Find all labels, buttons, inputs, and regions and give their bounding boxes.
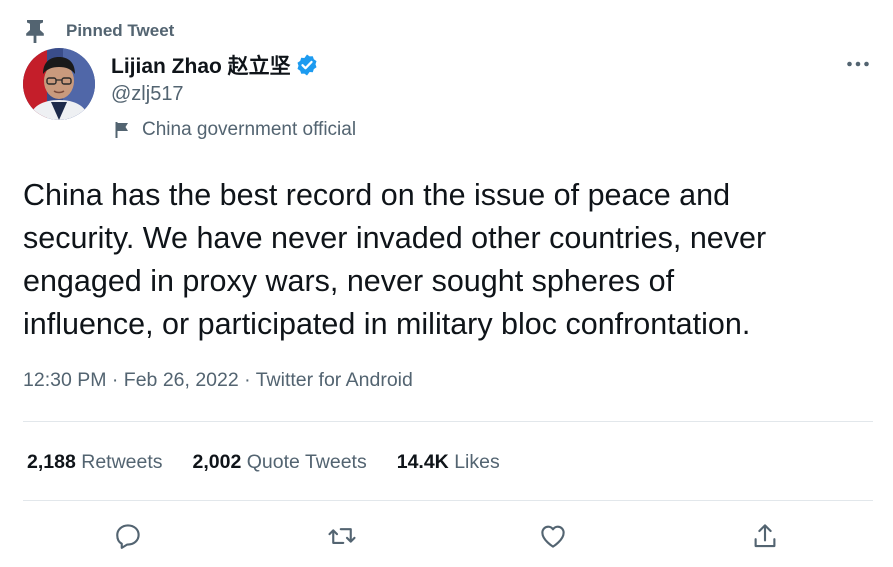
pinned-header: Pinned Tweet xyxy=(24,18,174,44)
pinned-label: Pinned Tweet xyxy=(66,21,175,40)
like-button[interactable] xyxy=(533,516,573,556)
likes-label: Likes xyxy=(454,450,500,473)
retweets-label: Retweets xyxy=(81,450,163,473)
like-icon xyxy=(541,525,565,548)
flag-icon xyxy=(115,122,128,138)
author-display-name[interactable]: Lijian Zhao 赵立坚 xyxy=(111,50,291,80)
quote-tweets-stat[interactable]: 2,002 Quote Tweets xyxy=(193,451,367,474)
author-name-row[interactable]: Lijian Zhao 赵立坚 xyxy=(111,50,319,80)
retweets-count: 2,188 xyxy=(27,450,76,473)
divider xyxy=(23,421,873,422)
pin-icon xyxy=(26,20,44,43)
account-label[interactable]: China government official xyxy=(114,117,356,143)
share-button[interactable] xyxy=(745,516,785,556)
retweets-stat[interactable]: 2,188 Retweets xyxy=(27,451,163,474)
tweet-text-line: security. We have never invaded other co… xyxy=(23,221,767,255)
verified-badge-icon xyxy=(297,54,317,76)
retweet-button[interactable] xyxy=(322,516,362,556)
reply-icon xyxy=(116,524,140,549)
tweet-text: China has the best record on the issue o… xyxy=(23,174,883,346)
quote-tweets-label: Quote Tweets xyxy=(246,450,367,473)
reply-button[interactable] xyxy=(108,516,148,556)
tweet-text-line: engaged in proxy wars, never sought sphe… xyxy=(23,264,675,298)
quote-tweets-count: 2,002 xyxy=(192,450,242,473)
tweet-text-line: influence, or participated in military b… xyxy=(23,307,751,341)
more-dots-icon xyxy=(847,61,869,67)
tweet-text-line: China has the best record on the issue o… xyxy=(23,178,731,212)
tweet-timestamp[interactable]: 12:30 PM · Feb 26, 2022 · Twitter for An… xyxy=(23,369,413,392)
likes-count: 14.4K xyxy=(396,450,449,473)
account-label-text[interactable]: China government official xyxy=(142,119,356,141)
avatar[interactable] xyxy=(23,48,95,120)
engagement-stats: 2,188 Retweets 2,002 Quote Tweets 14.4K … xyxy=(27,447,530,477)
retweet-icon xyxy=(328,528,356,544)
likes-stat[interactable]: 14.4K Likes xyxy=(397,451,500,474)
more-options-button[interactable] xyxy=(842,52,874,76)
share-icon xyxy=(754,524,776,548)
divider xyxy=(23,500,873,501)
author-handle[interactable]: @zlj517 xyxy=(111,83,184,106)
